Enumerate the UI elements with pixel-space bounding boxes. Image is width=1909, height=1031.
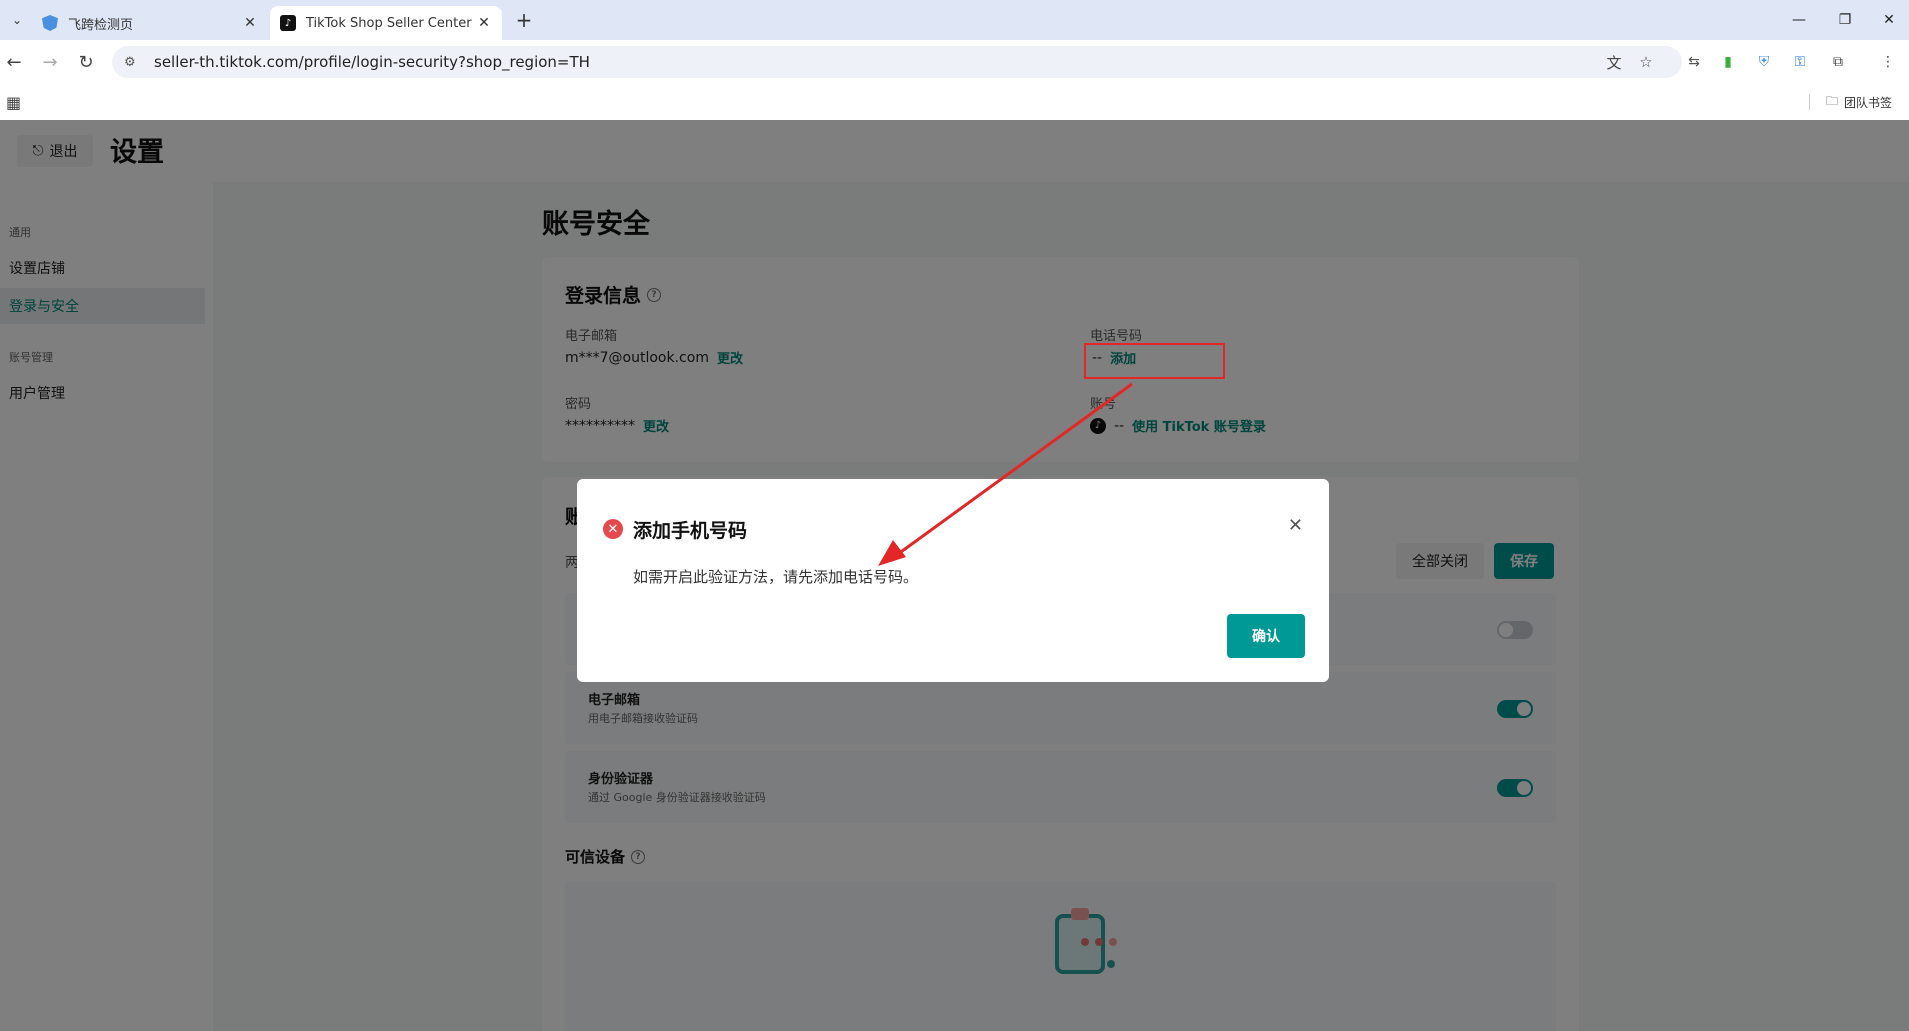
- confirm-button[interactable]: 确认: [1227, 614, 1305, 658]
- window-close-icon[interactable]: ✕: [1874, 6, 1904, 34]
- browser-toolbar: ← → ↻ ⚙ seller-th.tiktok.com/profile/log…: [0, 40, 1909, 84]
- add-phone-modal: ✕ 添加手机号码 ✕ 如需开启此验证方法，请先添加电话号码。 确认: [577, 479, 1329, 682]
- password-key-icon[interactable]: ⚿: [1788, 50, 1812, 74]
- apps-grid-icon[interactable]: ▦: [6, 93, 21, 112]
- browser-tab-bar: ⌄ 飞跨检测页 ✕ ♪ TikTok Shop Seller Center | …: [0, 0, 1909, 40]
- tab-title: 飞跨检测页: [68, 17, 134, 33]
- bookmark-bar: ▦ 🗀 团队书签: [0, 84, 1909, 120]
- modal-close-icon[interactable]: ✕: [1288, 515, 1303, 536]
- site-info-icon[interactable]: ⚙: [124, 55, 140, 70]
- error-icon: ✕: [603, 519, 623, 539]
- folder-icon: 🗀: [1826, 94, 1839, 108]
- reload-icon[interactable]: ↻: [74, 50, 98, 74]
- bookmark-folder-label: 团队书签: [1844, 96, 1893, 110]
- tab-title: TikTok Shop Seller Center | TH: [306, 15, 476, 31]
- forward-icon[interactable]: →: [38, 50, 62, 74]
- minimize-icon[interactable]: —: [1784, 6, 1814, 34]
- back-icon[interactable]: ←: [2, 50, 26, 74]
- bookmark-divider: [1809, 94, 1810, 110]
- shield-favicon-icon: [42, 15, 58, 31]
- shield-extension-icon[interactable]: ⛨: [1752, 50, 1776, 74]
- modal-title: 添加手机号码: [633, 520, 748, 542]
- bookmark-star-icon[interactable]: ☆: [1634, 46, 1658, 78]
- url-text: seller-th.tiktok.com/profile/login-secur…: [154, 53, 590, 71]
- bookmark-folder[interactable]: 🗀 团队书签: [1826, 92, 1892, 113]
- tab-close-icon[interactable]: ✕: [242, 15, 258, 31]
- restore-icon[interactable]: ❐: [1830, 6, 1860, 34]
- extensions-puzzle-icon[interactable]: ⧉: [1826, 50, 1850, 74]
- signal-extension-icon[interactable]: ▮: [1716, 50, 1740, 74]
- modal-message: 如需开启此验证方法，请先添加电话号码。: [633, 568, 919, 586]
- address-bar[interactable]: ⚙ seller-th.tiktok.com/profile/login-sec…: [112, 46, 1682, 78]
- browser-menu-icon[interactable]: ⋮: [1876, 50, 1900, 74]
- annotation-highlight-box: [1084, 343, 1225, 379]
- tiktok-favicon-icon: ♪: [280, 15, 296, 31]
- new-tab-icon[interactable]: +: [512, 8, 536, 32]
- tab-search-chevron-icon[interactable]: ⌄: [5, 8, 29, 32]
- browser-tab-1[interactable]: 飞跨检测页 ✕: [32, 6, 268, 40]
- translate-icon[interactable]: 文: [1602, 46, 1626, 78]
- tab-groups-icon[interactable]: ⇆: [1682, 50, 1706, 74]
- browser-tab-2[interactable]: ♪ TikTok Shop Seller Center | TH ✕: [270, 6, 502, 40]
- tab-close-icon[interactable]: ✕: [476, 15, 492, 31]
